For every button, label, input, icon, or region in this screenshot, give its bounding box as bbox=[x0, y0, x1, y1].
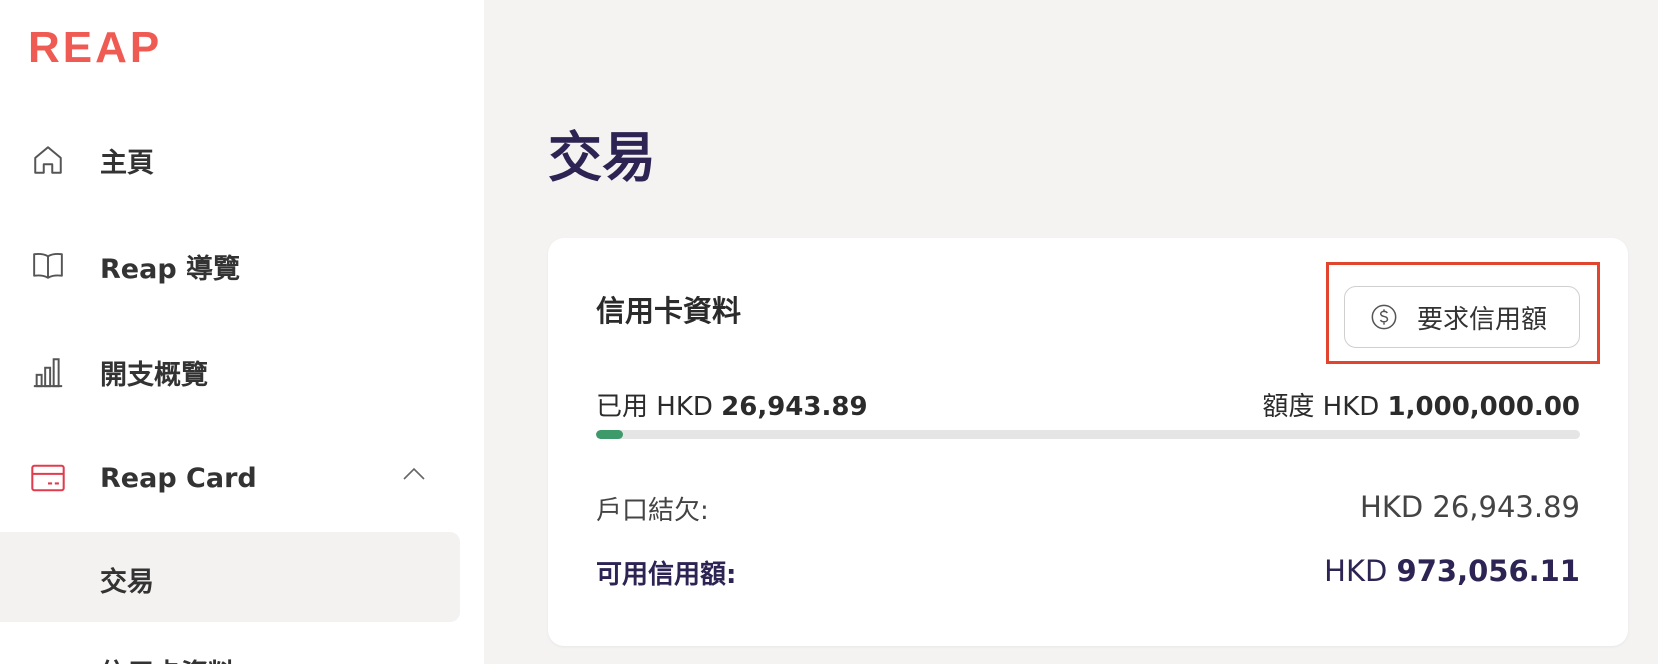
credit-card-icon bbox=[30, 460, 66, 496]
used-value: 26,943.89 bbox=[721, 392, 868, 422]
limit-value: 1,000,000.00 bbox=[1387, 392, 1580, 422]
credit-usage-bar bbox=[596, 430, 1580, 439]
page-title: 交易 bbox=[548, 126, 656, 189]
sidebar-item-label: 主頁 bbox=[100, 147, 154, 179]
bar-chart-icon bbox=[30, 354, 66, 390]
dollar-circle-icon bbox=[1369, 302, 1399, 332]
sidebar-item-home[interactable]: 主頁 bbox=[0, 120, 484, 200]
used-prefix: 已用 HKD bbox=[596, 392, 713, 422]
sidebar-item-spend-overview[interactable]: 開支概覽 bbox=[0, 332, 484, 412]
sidebar: REAP 主頁 Reap 導覽 開支概覽 Reap Card 交易 信用卡資料 bbox=[0, 0, 484, 664]
card-info-panel: 信用卡資料 要求信用額 已用 HKD 26,943.89 額度 HKD 1,00… bbox=[548, 238, 1628, 646]
request-credit-button[interactable]: 要求信用額 bbox=[1344, 286, 1580, 348]
available-credit-prefix: HKD bbox=[1324, 554, 1388, 588]
card-info-title: 信用卡資料 bbox=[596, 294, 742, 328]
sidebar-item-label: Reap Card bbox=[100, 462, 257, 494]
available-credit-label: 可用信用額: bbox=[596, 560, 737, 590]
account-balance-label: 戶口結欠: bbox=[596, 496, 709, 526]
chevron-up-icon[interactable] bbox=[400, 460, 428, 488]
used-amount: 已用 HKD 26,943.89 bbox=[596, 386, 868, 423]
sidebar-subitem-label: 交易 bbox=[100, 567, 154, 598]
available-credit-value: HKD 973,056.11 bbox=[1324, 554, 1580, 588]
home-icon bbox=[30, 142, 66, 178]
limit-prefix: 額度 HKD bbox=[1262, 392, 1380, 422]
sidebar-item-guide[interactable]: Reap 導覽 bbox=[0, 226, 484, 306]
request-credit-label: 要求信用額 bbox=[1417, 304, 1548, 335]
sidebar-subitem-transactions[interactable]: 交易 bbox=[0, 532, 460, 622]
sidebar-item-reap-card[interactable]: Reap Card bbox=[0, 438, 484, 518]
reap-logo[interactable]: REAP bbox=[28, 26, 162, 70]
sidebar-item-label: Reap 導覽 bbox=[100, 253, 241, 285]
credit-limit: 額度 HKD 1,000,000.00 bbox=[1262, 386, 1580, 423]
account-balance-value: HKD 26,943.89 bbox=[1360, 490, 1580, 524]
available-credit-amount: 973,056.11 bbox=[1396, 554, 1580, 588]
sidebar-subitem-card-info[interactable]: 信用卡資料 bbox=[100, 652, 235, 664]
book-icon bbox=[30, 248, 66, 284]
sidebar-item-label: 開支概覽 bbox=[100, 359, 208, 391]
credit-usage-fill bbox=[596, 430, 623, 439]
